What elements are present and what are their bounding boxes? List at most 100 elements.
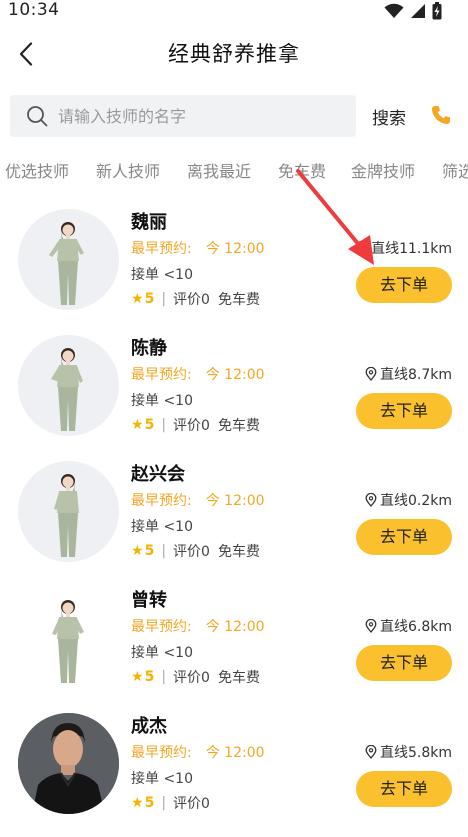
distance: 直线0.2km [365, 490, 452, 510]
star-icon: ★ [131, 543, 144, 559]
therapist-card[interactable]: 魏丽 最早预约: 今 12:00 接单 <10 ★ 5 | 评价0 免车费 直线1… [0, 200, 468, 320]
review-count: 评价0 [173, 796, 210, 812]
page-title: 经典舒养推拿 [168, 42, 300, 66]
location-pin-icon [365, 367, 377, 381]
rating-score: 5 [144, 669, 155, 685]
divider: | [161, 291, 167, 307]
fee-badge: 免车费 [217, 418, 260, 434]
search-bar [10, 95, 356, 137]
fee-badge: 免车费 [217, 544, 260, 560]
rating-score: 5 [144, 543, 155, 559]
woman-figure-icon [52, 600, 84, 683]
search-input[interactable] [58, 106, 338, 126]
therapist-name: 魏丽 [131, 212, 167, 233]
tab-new[interactable]: 新人技师 [96, 158, 160, 182]
order-count: 接单 <10 [131, 771, 193, 787]
woman-figure-icon [51, 348, 83, 431]
booking-label: 最早预约: [131, 619, 192, 635]
tab-free-fare[interactable]: 免车费 [278, 158, 326, 182]
booking-label: 最早预约: [131, 493, 192, 509]
place-order-button[interactable]: 去下单 [356, 645, 452, 681]
location-pin-icon [365, 493, 377, 507]
rating-row: ★ 5 | 评价0 免车费 [131, 541, 260, 561]
place-order-button[interactable]: 去下单 [356, 771, 452, 807]
divider: | [161, 669, 167, 685]
earliest-booking: 最早预约: 今 12:00 [131, 742, 265, 762]
booking-time: 今 12:00 [205, 745, 265, 761]
therapist-card[interactable]: 陈静 最早预约: 今 12:00 接单 <10 ★ 5 | 评价0 免车费 直线8… [0, 326, 468, 446]
therapist-card[interactable]: 成杰 最早预约: 今 12:00 接单 <10 ★ 5 | 评价0 直线5.8km… [0, 704, 468, 824]
status-bar: 10:34 [0, 0, 468, 24]
place-order-button[interactable]: 去下单 [356, 519, 452, 555]
avatar [18, 587, 119, 688]
therapist-card[interactable]: 曾转 最早预约: 今 12:00 接单 <10 ★ 5 | 评价0 免车费 直线6… [0, 578, 468, 698]
booking-time: 今 12:00 [205, 241, 265, 257]
earliest-booking: 最早预约: 今 12:00 [131, 238, 265, 258]
place-order-button[interactable]: 去下单 [356, 267, 452, 303]
distance: 直线6.8km [365, 616, 452, 636]
booking-label: 最早预约: [131, 745, 192, 761]
therapist-name: 曾转 [131, 590, 167, 611]
tab-preferred[interactable]: 优选技师 [5, 158, 69, 182]
order-count: 接单 <10 [131, 393, 193, 409]
wifi-icon [384, 3, 404, 18]
distance: 直线8.7km [365, 364, 452, 384]
distance-text: 直线0.2km [379, 493, 452, 509]
search-icon [27, 106, 48, 127]
booking-time: 今 12:00 [205, 367, 265, 383]
location-pin-icon [365, 745, 377, 759]
rating-score: 5 [144, 291, 155, 307]
divider: | [161, 417, 167, 433]
therapist-name: 陈静 [131, 338, 167, 359]
order-count: 接单 <10 [131, 645, 193, 661]
distance: 直线5.8km [365, 742, 452, 762]
divider: | [161, 795, 167, 811]
place-order-button[interactable]: 去下单 [356, 393, 452, 429]
therapist-name: 赵兴会 [131, 464, 185, 485]
man-figure-icon [18, 713, 119, 814]
divider: | [161, 543, 167, 559]
tab-filter[interactable]: 筛选 [442, 158, 468, 182]
location-pin-icon [365, 619, 377, 633]
booking-time: 今 12:00 [205, 493, 265, 509]
review-count: 评价0 [173, 292, 210, 308]
tab-gold[interactable]: 金牌技师 [351, 158, 415, 182]
phone-icon[interactable] [430, 104, 452, 126]
distance-text: 直线5.8km [379, 745, 452, 761]
avatar [18, 209, 119, 310]
therapist-card[interactable]: 赵兴会 最早预约: 今 12:00 接单 <10 ★ 5 | 评价0 免车费 直线… [0, 452, 468, 572]
distance-text: 直线11.1km [371, 241, 452, 257]
woman-figure-icon [49, 222, 84, 305]
earliest-booking: 最早预约: 今 12:00 [131, 364, 265, 384]
woman-figure-icon [54, 474, 79, 557]
filter-tabs: 优选技师 新人技师 离我最近 免车费 金牌技师 筛选 [0, 158, 468, 182]
review-count: 评价0 [173, 418, 210, 434]
distance: 直线11.1km [356, 238, 452, 258]
fee-badge: 免车费 [217, 670, 260, 686]
therapist-name: 成杰 [131, 716, 167, 737]
status-time: 10:34 [8, 0, 60, 20]
search-button[interactable]: 搜索 [372, 104, 406, 129]
rating-row: ★ 5 | 评价0 免车费 [131, 667, 260, 687]
avatar [18, 713, 119, 814]
booking-label: 最早预约: [131, 367, 192, 383]
rating-score: 5 [144, 417, 155, 433]
distance-text: 直线8.7km [379, 367, 452, 383]
star-icon: ★ [131, 417, 144, 433]
earliest-booking: 最早预约: 今 12:00 [131, 616, 265, 636]
distance-text: 直线6.8km [379, 619, 452, 635]
battery-charging-icon [432, 2, 442, 20]
tab-nearest[interactable]: 离我最近 [187, 158, 251, 182]
status-icons [384, 2, 442, 20]
rating-row: ★ 5 | 评价0 [131, 793, 210, 813]
cellular-signal-icon [411, 4, 425, 18]
avatar [18, 461, 119, 562]
avatar [18, 335, 119, 436]
review-count: 评价0 [173, 670, 210, 686]
review-count: 评价0 [173, 544, 210, 560]
earliest-booking: 最早预约: 今 12:00 [131, 490, 265, 510]
star-icon: ★ [131, 795, 144, 811]
fee-badge: 免车费 [217, 292, 260, 308]
rating-row: ★ 5 | 评价0 免车费 [131, 289, 260, 309]
location-pin-icon [356, 241, 368, 255]
